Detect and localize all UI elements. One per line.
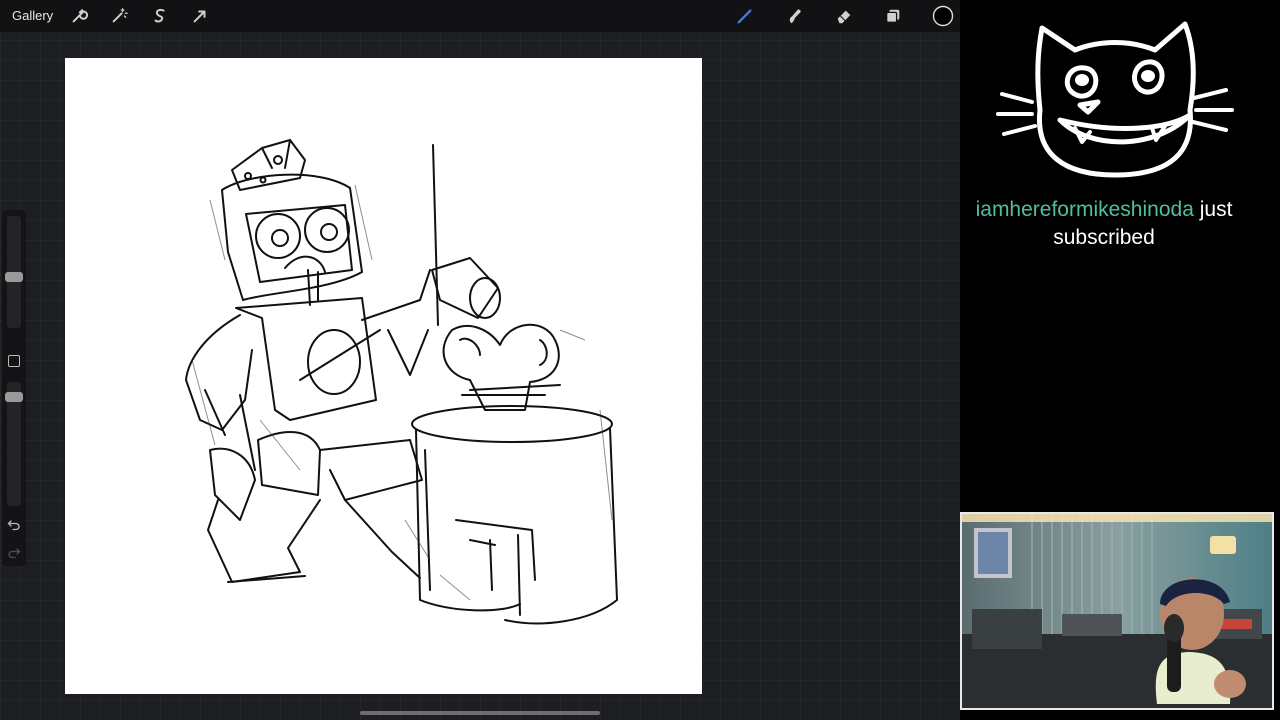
eraser-button[interactable] xyxy=(832,4,856,28)
brush-button[interactable] xyxy=(733,4,757,28)
color-button[interactable] xyxy=(931,4,955,28)
adjustments-button[interactable] xyxy=(107,4,131,28)
webcam-feed xyxy=(960,512,1274,710)
magic-wand-icon xyxy=(112,8,128,23)
selection-icon xyxy=(154,8,165,23)
actions-button[interactable] xyxy=(67,4,91,28)
opacity-slider[interactable] xyxy=(5,382,23,506)
modify-button[interactable] xyxy=(8,355,20,367)
webcam-studio-scene xyxy=(962,514,1272,708)
transform-button[interactable] xyxy=(188,4,212,28)
subscriber-alert: iamhereformikeshinoda just subscribed xyxy=(960,196,1248,252)
drawing-canvas[interactable] xyxy=(65,58,702,694)
redo-icon[interactable] xyxy=(7,546,21,560)
selection-button[interactable] xyxy=(148,4,172,28)
layers-icon xyxy=(886,9,900,23)
layers-button[interactable] xyxy=(881,4,905,28)
robot-sketch-drawing xyxy=(185,139,618,625)
eraser-icon xyxy=(837,10,851,24)
wrench-icon xyxy=(72,9,88,23)
smudge-icon xyxy=(789,9,801,24)
brush-icon xyxy=(737,9,752,24)
left-sidebar xyxy=(2,210,26,566)
cat-logo-icon xyxy=(996,21,1234,178)
undo-icon[interactable] xyxy=(7,518,21,532)
color-swatch-icon xyxy=(932,5,954,27)
alert-username: iamhereformikeshinoda xyxy=(975,198,1194,221)
opacity-thumb[interactable] xyxy=(5,392,23,402)
brush-size-thumb[interactable] xyxy=(5,272,23,282)
gallery-button[interactable]: Gallery xyxy=(12,8,53,23)
procreate-app: Gallery xyxy=(0,0,960,720)
top-toolbar: Gallery xyxy=(0,0,960,32)
transform-arrow-icon xyxy=(193,10,206,23)
home-indicator[interactable] xyxy=(360,711,600,715)
smudge-button[interactable] xyxy=(783,4,807,28)
brush-size-slider[interactable] xyxy=(5,216,23,328)
